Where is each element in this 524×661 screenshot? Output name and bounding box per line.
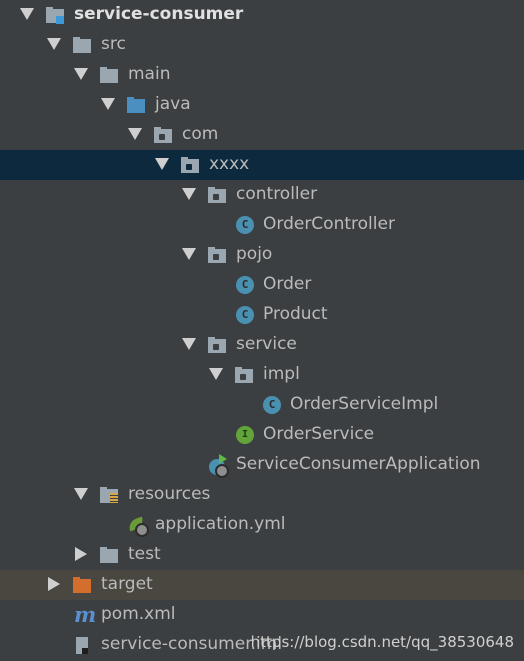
iml-file-icon [74,637,92,654]
tree-row-src[interactable]: src [0,30,524,60]
tree-row-pojo[interactable]: pojo [0,240,524,270]
package-icon [208,337,226,353]
resources-folder-icon [100,487,118,503]
tree-row-impl[interactable]: impl [0,360,524,390]
tree-row-target[interactable]: target [0,570,524,600]
tree-label: Order [263,274,312,294]
tree-label: Product [263,304,328,324]
tree-row-application-yml[interactable]: application.yml [0,510,524,540]
tree-label: controller [236,184,318,204]
tree-row-main[interactable]: main [0,60,524,90]
tree-row-controller[interactable]: controller [0,180,524,210]
tree-label: pom.xml [101,604,176,624]
expand-arrow-icon[interactable] [155,158,169,170]
tree-row-order-service[interactable]: I OrderService [0,420,524,450]
package-icon [154,127,172,143]
expand-arrow-icon[interactable] [74,488,88,500]
tree-label: main [128,64,171,84]
expand-arrow-icon[interactable] [182,188,196,200]
tree-label: java [155,94,191,114]
tree-row-order[interactable]: C Order [0,270,524,300]
expand-arrow-icon[interactable] [128,128,142,140]
tree-label: OrderController [263,214,395,234]
tree-label: com [182,124,219,144]
tree-row-service[interactable]: service [0,330,524,360]
tree-row-com[interactable]: com [0,120,524,150]
spring-boot-app-icon [209,454,229,478]
tree-row-java[interactable]: java [0,90,524,120]
folder-icon [73,37,91,53]
tree-row-resources[interactable]: resources [0,480,524,510]
tree-label: src [101,34,126,54]
tree-label: OrderServiceImpl [290,394,439,414]
expand-arrow-icon[interactable] [74,68,88,80]
collapse-arrow-icon[interactable] [75,547,87,561]
collapse-arrow-icon[interactable] [48,577,60,591]
expand-arrow-icon[interactable] [20,8,34,20]
class-icon: C [236,216,254,234]
tree-label: target [101,574,153,594]
tree-label: service-consumer [74,4,244,24]
tree-label: service [236,334,297,354]
watermark: https://blog.csdn.net/qq_38530648 [250,633,514,651]
class-icon: C [236,276,254,294]
interface-icon: I [236,426,254,444]
excluded-folder-icon [73,577,91,593]
package-icon [181,157,199,173]
project-tree: service-consumer src main java com xxxx … [0,0,524,660]
expand-arrow-icon[interactable] [209,368,223,380]
tree-row-product[interactable]: C Product [0,300,524,330]
tree-row-service-consumer-application[interactable]: ServiceConsumerApplication [0,450,524,480]
tree-label: resources [128,484,211,504]
maven-icon: m [74,602,97,627]
source-folder-icon [127,97,145,113]
spring-config-icon [126,516,149,537]
tree-row-pom-xml[interactable]: m pom.xml [0,600,524,630]
tree-row-order-controller[interactable]: C OrderController [0,210,524,240]
expand-arrow-icon[interactable] [101,98,115,110]
tree-row-test[interactable]: test [0,540,524,570]
package-icon [208,247,226,263]
folder-icon [100,67,118,83]
tree-label: test [128,544,161,564]
package-icon [235,367,253,383]
module-folder-icon [46,7,64,24]
expand-arrow-icon[interactable] [47,38,61,50]
tree-label: impl [263,364,300,384]
tree-row-service-consumer[interactable]: service-consumer [0,0,524,30]
package-icon [208,187,226,203]
tree-label: pojo [236,244,273,264]
expand-arrow-icon[interactable] [182,248,196,260]
tree-label: OrderService [263,424,375,444]
class-icon: C [236,306,254,324]
expand-arrow-icon[interactable] [182,338,196,350]
tree-label: xxxx [209,154,250,174]
tree-row-order-service-impl[interactable]: C OrderServiceImpl [0,390,524,420]
folder-icon [100,547,118,563]
tree-label: ServiceConsumerApplication [236,454,481,474]
tree-row-xxxx[interactable]: xxxx [0,150,524,180]
tree-label: application.yml [155,514,286,534]
class-icon: C [263,396,281,414]
